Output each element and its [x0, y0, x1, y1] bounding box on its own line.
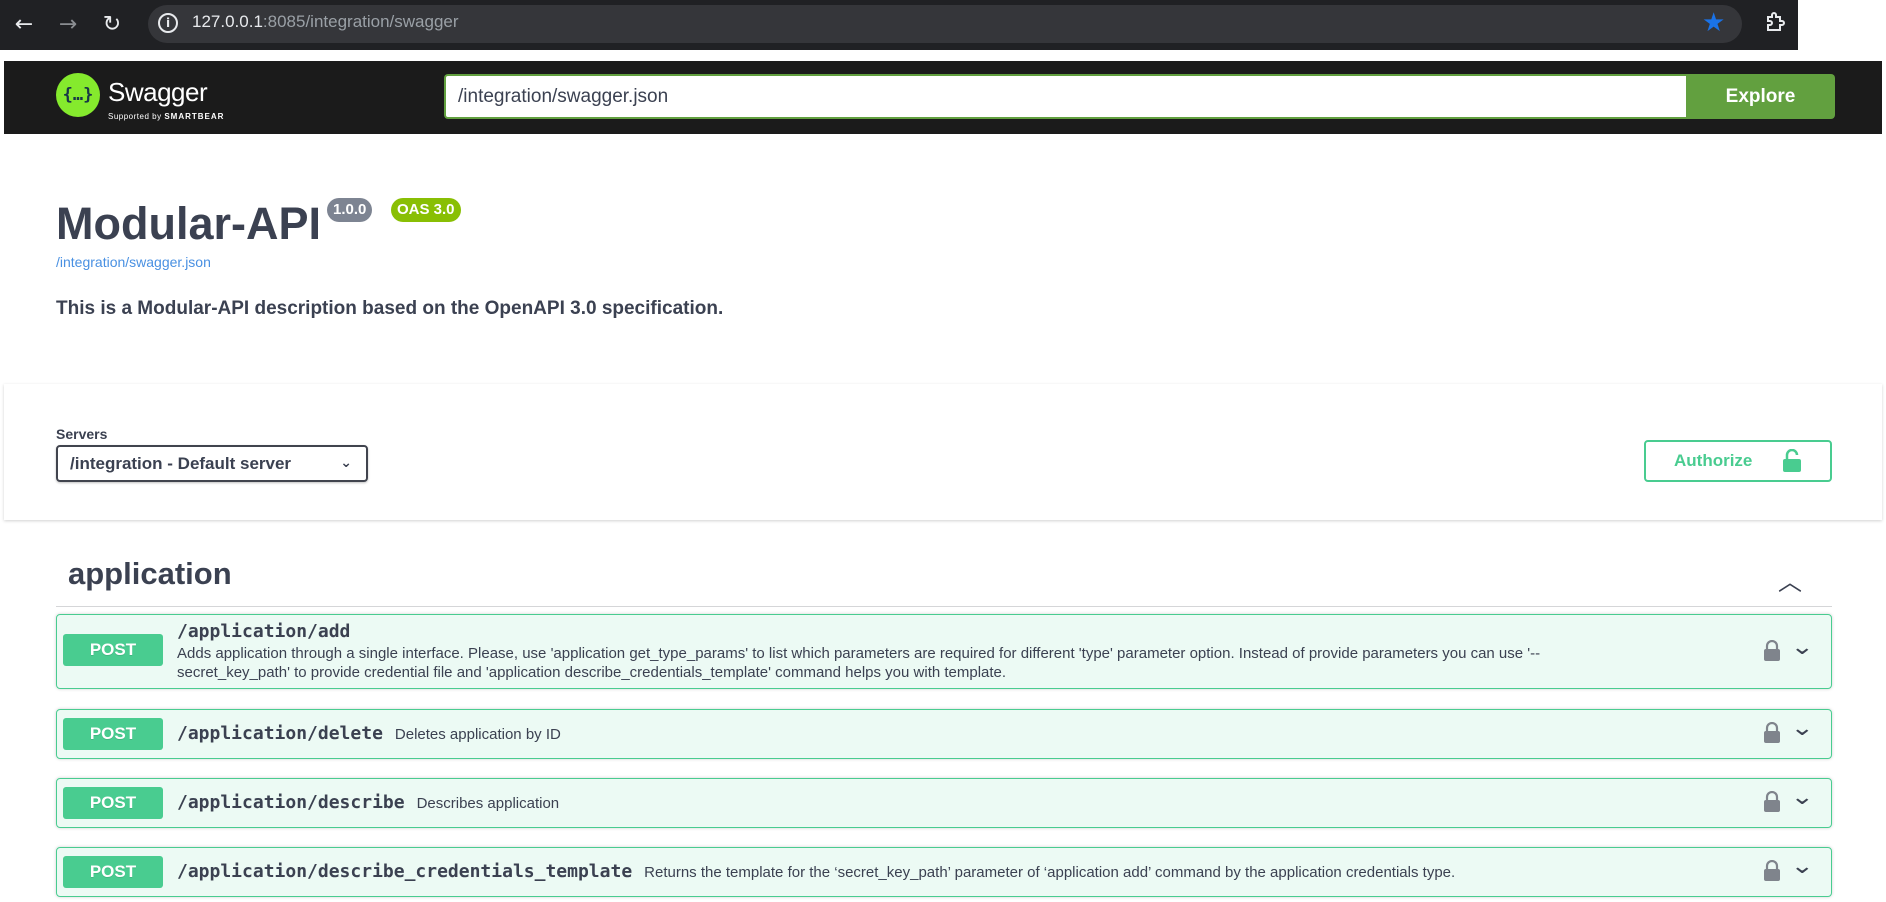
selected-server: /integration - Default server — [70, 454, 292, 473]
logo-supported-text: Supported by — [108, 112, 162, 121]
method-badge: POST — [63, 787, 163, 819]
operation-summary: Deletes application by ID — [394, 726, 561, 743]
operation-application-describe[interactable]: POST /application/describe Describes app… — [56, 778, 1832, 828]
swagger-logo-text[interactable]: Swagger — [108, 77, 208, 108]
method-badge: POST — [63, 856, 163, 888]
back-button[interactable]: ← — [8, 9, 40, 41]
operation-path: /application/describe — [177, 792, 405, 813]
operation-path: /application/describe_credentials_templa… — [177, 861, 633, 882]
forward-button[interactable]: → — [52, 9, 84, 41]
lock-icon[interactable] — [1763, 791, 1781, 813]
arrow-right-icon: → — [58, 12, 78, 37]
chevron-down-icon[interactable]: ⌄ — [1790, 854, 1814, 879]
info-icon[interactable]: i — [158, 13, 178, 33]
logo-brand-text: SMARTBEAR — [164, 112, 225, 121]
operation-application-describe-credentials-template[interactable]: POST /application/describe_credentials_t… — [56, 847, 1832, 897]
url-path: :8085/integration/swagger — [262, 12, 459, 31]
chevron-down-icon[interactable]: ⌄ — [1790, 785, 1814, 810]
lock-icon[interactable] — [1763, 722, 1781, 744]
spec-link[interactable]: /integration/swagger.json — [56, 254, 211, 270]
api-description: This is a Modular-API description based … — [56, 298, 724, 319]
operation-summary-line1: Adds application through a single interf… — [177, 645, 1541, 662]
operation-summary: Returns the template for the ‘secret_key… — [644, 864, 1456, 881]
spec-url-input[interactable]: /integration/swagger.json — [444, 74, 1686, 119]
operation-path: /application/delete — [177, 723, 383, 744]
browser-edge — [1798, 0, 1886, 50]
star-icon[interactable]: ★ — [1702, 8, 1725, 38]
tag-name: application — [68, 556, 232, 591]
browser-toolbar: ← → ↻ i 127.0.0.1:8085/integration/swagg… — [0, 0, 1798, 50]
unlock-icon[interactable] — [1782, 449, 1802, 473]
lock-icon[interactable] — [1763, 640, 1781, 662]
swagger-logo-icon[interactable]: {…} — [56, 73, 100, 117]
version-badge: 1.0.0 — [327, 198, 373, 222]
authorize-button[interactable]: Authorize — [1644, 440, 1832, 482]
operation-application-add[interactable]: POST /application/add Adds application t… — [56, 614, 1832, 689]
servers-select[interactable]: /integration - Default server ⌄ — [56, 445, 368, 482]
scheme-container: Servers /integration - Default server ⌄ … — [4, 384, 1882, 520]
chevron-down-icon: ⌄ — [340, 455, 352, 471]
reload-icon: ↻ — [102, 12, 122, 37]
explore-button[interactable]: Explore — [1686, 74, 1835, 119]
chevron-down-icon[interactable]: ⌄ — [1790, 716, 1814, 741]
operation-path: /application/add — [177, 621, 351, 642]
reload-button[interactable]: ↻ — [96, 9, 128, 41]
method-badge: POST — [63, 634, 163, 666]
url-host: 127.0.0.1 — [192, 12, 263, 31]
api-title: Modular-API — [56, 198, 321, 249]
chevron-up-icon[interactable]: ︿ — [1778, 562, 1802, 597]
oas-badge: OAS 3.0 — [391, 198, 461, 222]
address-url[interactable]: 127.0.0.1:8085/integration/swagger — [192, 12, 459, 32]
tag-header-application[interactable]: application ︿ — [56, 548, 1832, 607]
method-badge: POST — [63, 718, 163, 750]
operation-summary: Describes application — [416, 795, 560, 812]
lock-icon[interactable] — [1763, 860, 1781, 882]
swagger-topbar: {…} Swagger Supported by SMARTBEAR /inte… — [4, 61, 1882, 134]
arrow-left-icon: ← — [14, 12, 34, 37]
puzzle-icon[interactable] — [1764, 10, 1788, 34]
operation-application-delete[interactable]: POST /application/delete Deletes applica… — [56, 709, 1832, 759]
authorize-label: Authorize — [1674, 451, 1753, 470]
operation-summary-line2: secret_key_path' to provide credential f… — [177, 664, 1007, 681]
chevron-down-icon[interactable]: ⌄ — [1790, 635, 1814, 660]
servers-label: Servers — [56, 426, 108, 442]
swagger-logo-subtitle: Supported by SMARTBEAR — [108, 112, 224, 121]
